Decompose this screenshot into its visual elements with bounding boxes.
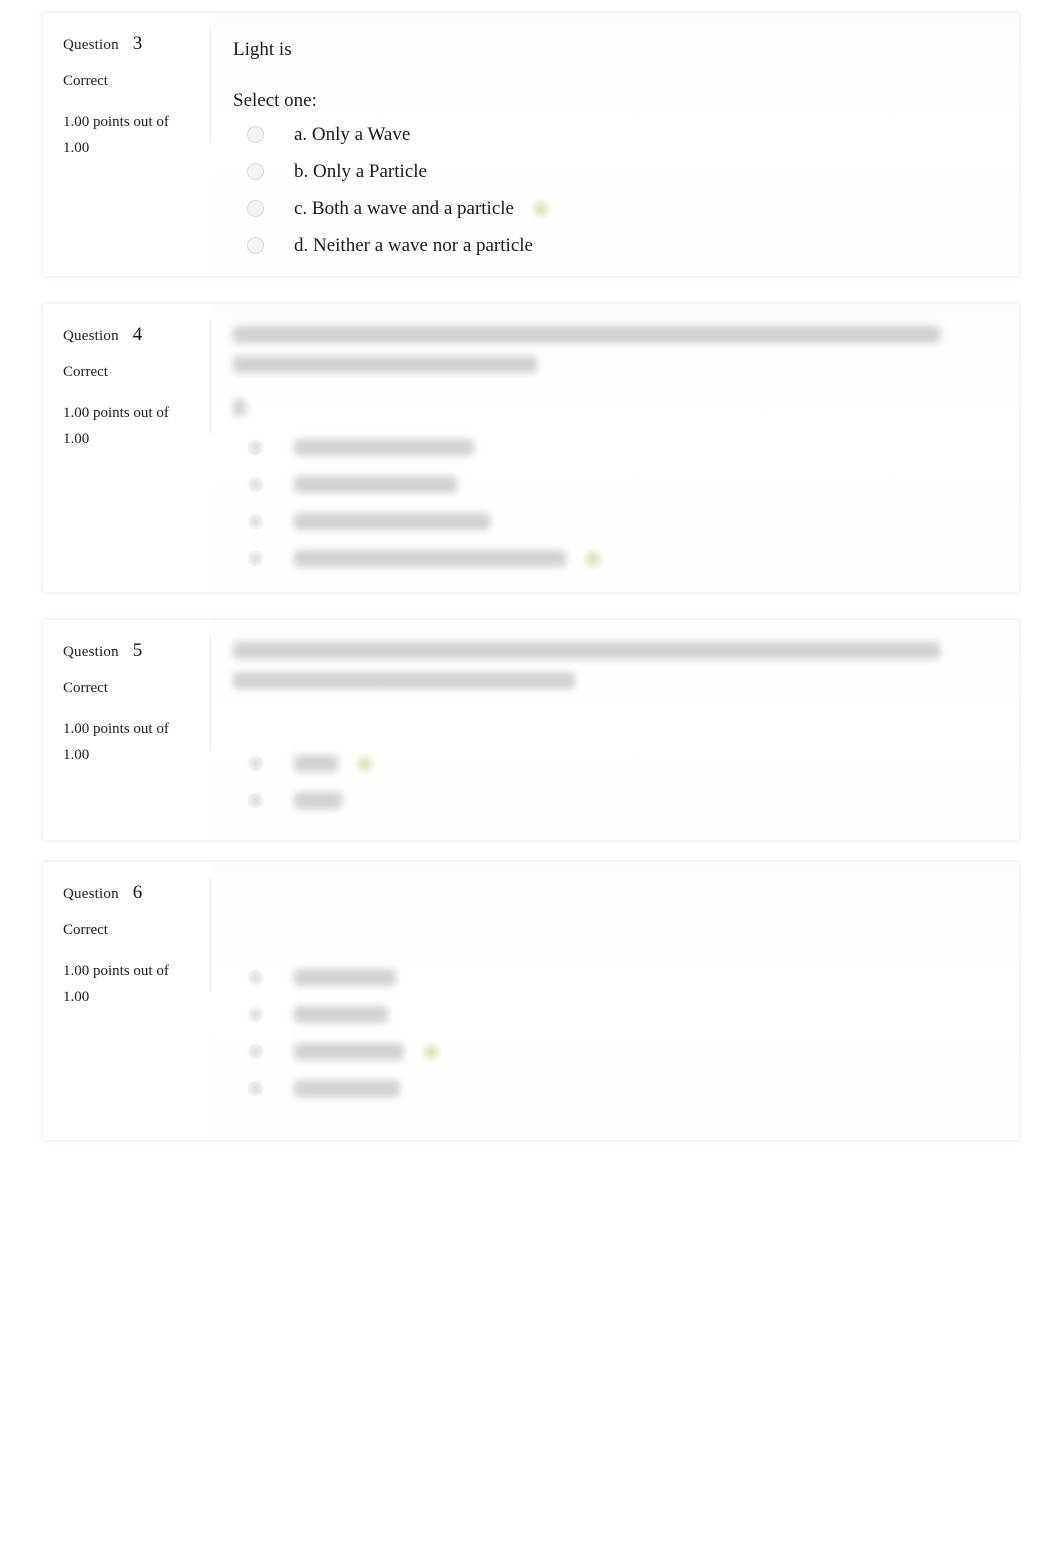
- answer-option-true-5[interactable]: [233, 745, 993, 782]
- answer-option-d-3[interactable]: d. Neither a wave nor a particle: [233, 227, 993, 264]
- question-card-5: Question 5 Correct 1.00 points out of 1.…: [42, 619, 1020, 841]
- answer-label-redacted: [294, 755, 338, 772]
- radio-button-icon[interactable]: [247, 237, 264, 255]
- question-number-line-3: Question 3: [63, 33, 195, 55]
- question-number-label: Question: [63, 644, 119, 660]
- question-info-3: Question 3 Correct 1.00 points out of 1.…: [43, 13, 211, 276]
- question-stem-5-redacted: [233, 642, 993, 689]
- answer-list-4: [233, 429, 993, 577]
- question-state-badge: Correct: [63, 680, 108, 696]
- question-grade-text: 1.00 points out of 1.00: [63, 721, 169, 763]
- question-state-badge: Correct: [63, 364, 108, 380]
- radio-button-icon[interactable]: [247, 969, 264, 986]
- answer-label-redacted: [294, 969, 396, 986]
- answer-option-a-6[interactable]: [233, 959, 993, 996]
- radio-button-icon[interactable]: [247, 1080, 264, 1097]
- answer-label: b. Only a Particle: [294, 160, 427, 182]
- radio-button-icon[interactable]: [247, 1043, 264, 1060]
- correct-answer-check-icon: [582, 547, 604, 570]
- answer-option-a-3[interactable]: a. Only a Wave: [233, 116, 993, 153]
- radio-button-icon[interactable]: [247, 792, 264, 809]
- select-one-label-6-redacted: [233, 929, 993, 946]
- select-one-label-5-redacted: [233, 715, 993, 732]
- question-number-value: 3: [132, 33, 143, 54]
- answer-list-5: [233, 745, 993, 819]
- question-number-line-6: Question 6: [63, 882, 195, 904]
- answer-label-redacted: [294, 476, 457, 493]
- answer-option-d-4[interactable]: [233, 540, 993, 577]
- question-grade-text: 1.00 points out of 1.00: [63, 405, 169, 447]
- correct-answer-check-icon: [354, 752, 376, 775]
- question-info-4: Question 4 Correct 1.00 points out of 1.…: [43, 304, 211, 592]
- answer-label-redacted: [294, 439, 474, 456]
- question-card-6: Question 6 Correct 1.00 points out of 1.…: [42, 861, 1020, 1141]
- question-body-5: [211, 620, 1019, 840]
- question-number-label: Question: [63, 37, 119, 53]
- question-number-value: 6: [132, 882, 143, 903]
- question-number-label: Question: [63, 328, 119, 344]
- answer-label-redacted: [294, 1006, 388, 1023]
- question-state-badge: Correct: [63, 922, 108, 938]
- answer-option-c-3[interactable]: c. Both a wave and a particle: [233, 190, 993, 227]
- answer-label: a. Only a Wave: [294, 123, 411, 145]
- question-stem-6-redacted: [233, 884, 993, 901]
- question-state-badge: Correct: [63, 73, 108, 89]
- radio-button-icon[interactable]: [247, 126, 264, 144]
- question-body-4: [211, 304, 1019, 592]
- question-number-line-4: Question 4: [63, 324, 195, 346]
- radio-button-icon[interactable]: [247, 476, 264, 493]
- answer-label-redacted: [294, 1043, 404, 1060]
- answer-option-c-6[interactable]: [233, 1033, 993, 1070]
- select-one-label-4-redacted: [233, 399, 993, 416]
- question-info-6: Question 6 Correct 1.00 points out of 1.…: [43, 862, 211, 1140]
- question-number-line-5: Question 5: [63, 640, 195, 662]
- answer-label-redacted: [294, 1080, 400, 1097]
- radio-button-icon[interactable]: [247, 755, 264, 772]
- question-stem-3: Light is: [233, 39, 292, 60]
- question-body-3: Light is Select one: a. Only a Wave b. O…: [211, 13, 1019, 276]
- radio-button-icon[interactable]: [247, 550, 264, 567]
- answer-option-c-4[interactable]: [233, 503, 993, 540]
- question-number-value: 4: [132, 324, 143, 345]
- question-card-4: Question 4 Correct 1.00 points out of 1.…: [42, 303, 1020, 593]
- radio-button-icon[interactable]: [247, 513, 264, 530]
- answer-label: c. Both a wave and a particle: [294, 197, 514, 219]
- answer-option-b-6[interactable]: [233, 996, 993, 1033]
- radio-button-icon[interactable]: [247, 1006, 264, 1023]
- question-grade-text: 1.00 points out of 1.00: [63, 114, 169, 156]
- correct-answer-check-icon: [420, 1040, 442, 1063]
- radio-button-icon[interactable]: [247, 163, 264, 181]
- answer-option-d-6[interactable]: [233, 1070, 993, 1107]
- quiz-review-page: Question 3 Correct 1.00 points out of 1.…: [0, 0, 1062, 1561]
- question-number-value: 5: [132, 640, 143, 661]
- question-stem-4-redacted: [233, 326, 993, 373]
- answer-list-6: [233, 959, 993, 1107]
- question-body-6: [211, 862, 1019, 1140]
- question-info-5: Question 5 Correct 1.00 points out of 1.…: [43, 620, 211, 840]
- question-grade-text: 1.00 points out of 1.00: [63, 963, 169, 1005]
- answer-label-redacted: [294, 792, 342, 809]
- answer-option-b-4[interactable]: [233, 466, 993, 503]
- answer-list-3: a. Only a Wave b. Only a Particle c. Bot…: [233, 116, 993, 264]
- question-number-label: Question: [63, 886, 119, 902]
- radio-button-icon[interactable]: [247, 200, 264, 218]
- correct-answer-check-icon: [529, 197, 552, 220]
- radio-button-icon[interactable]: [247, 439, 264, 456]
- answer-option-b-3[interactable]: b. Only a Particle: [233, 153, 993, 190]
- answer-option-false-5[interactable]: [233, 782, 993, 819]
- answer-option-a-4[interactable]: [233, 429, 993, 466]
- select-one-label-3: Select one:: [233, 90, 317, 112]
- question-card-3: Question 3 Correct 1.00 points out of 1.…: [42, 12, 1020, 277]
- answer-label-redacted: [294, 513, 490, 530]
- answer-label: d. Neither a wave nor a particle: [294, 234, 533, 256]
- answer-label-redacted: [294, 550, 566, 567]
